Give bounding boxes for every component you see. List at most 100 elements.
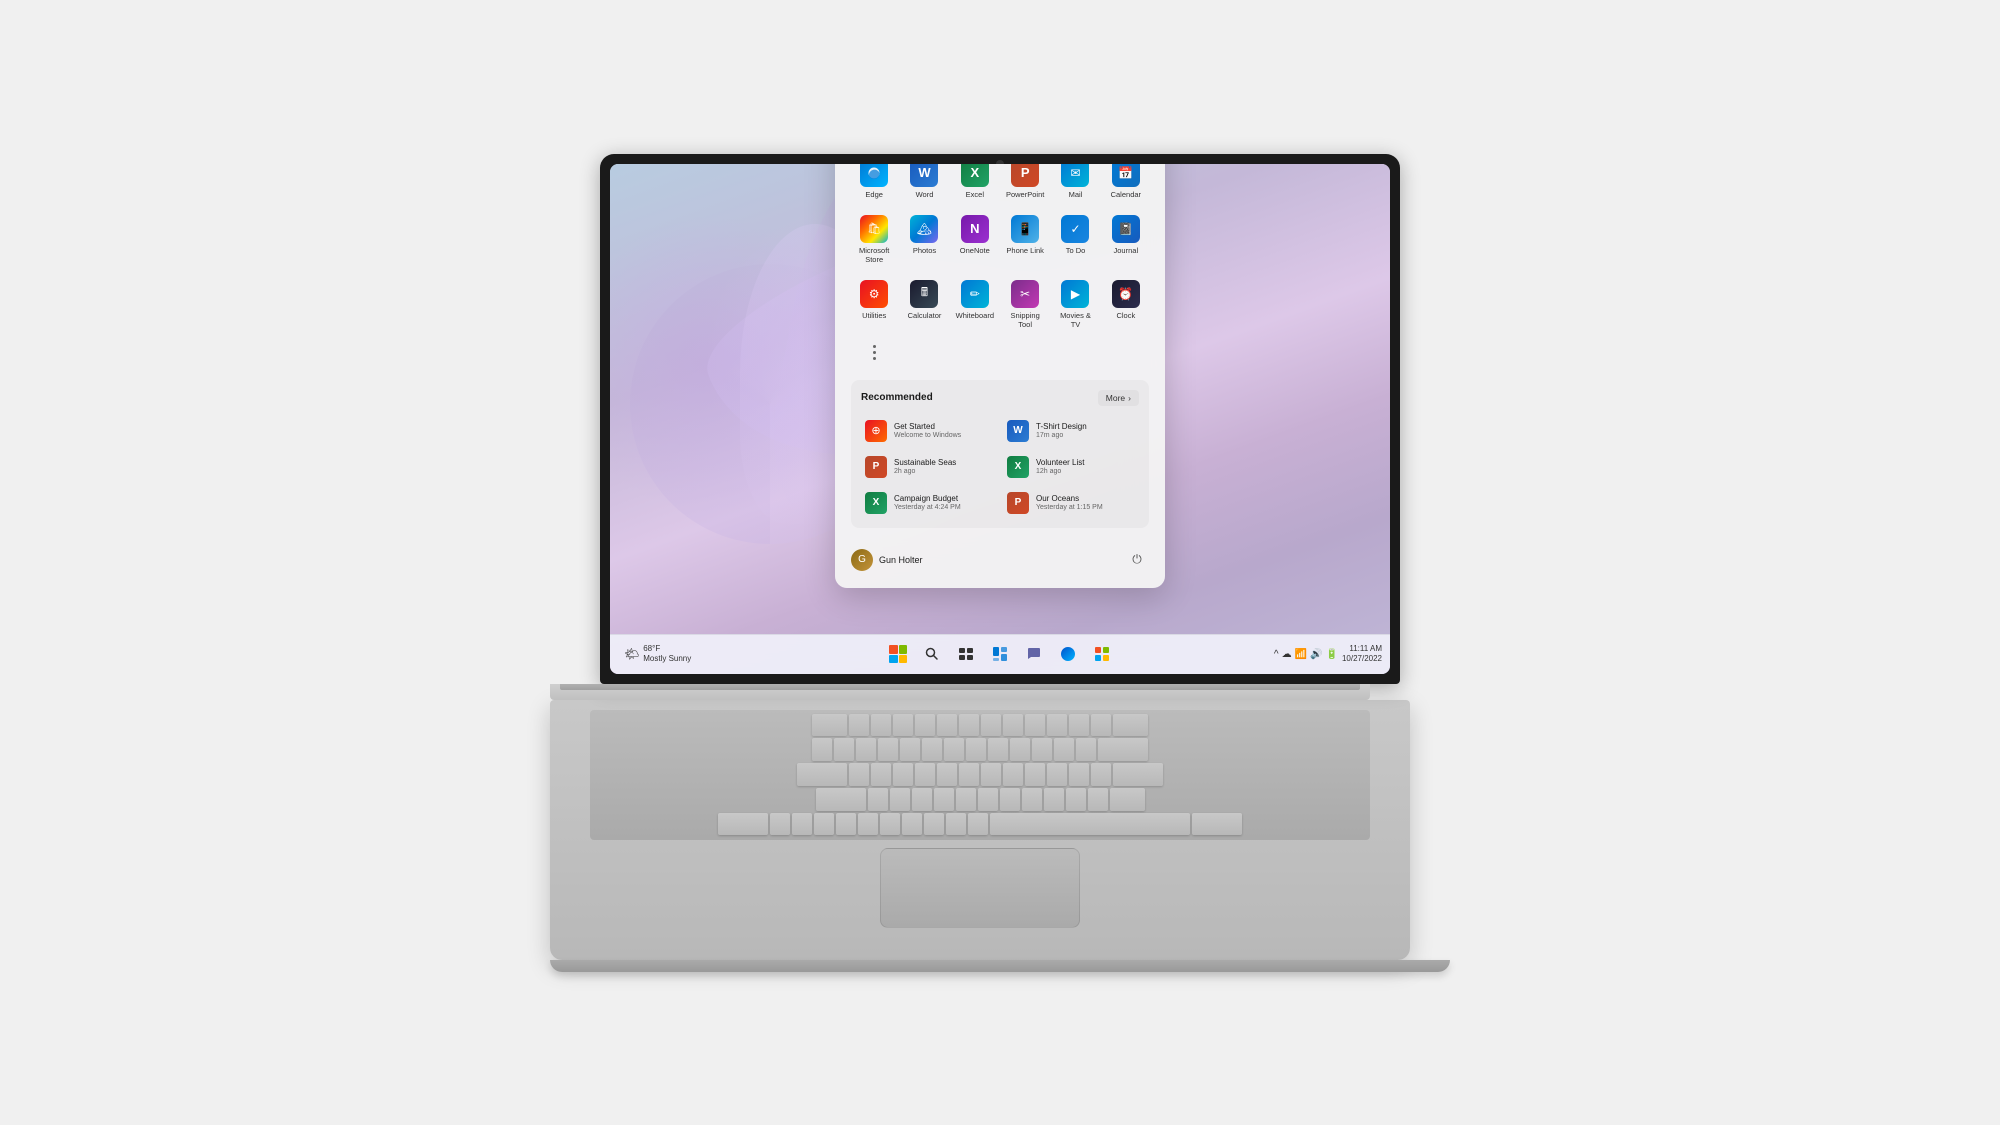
- volume-icon[interactable]: 🔊: [1310, 649, 1322, 660]
- power-button[interactable]: ⏻: [1125, 548, 1149, 572]
- edge-label: Edge: [865, 190, 883, 199]
- chevron-icon[interactable]: ^: [1274, 649, 1279, 660]
- edge-taskbar-button[interactable]: [1054, 640, 1082, 668]
- rec-item-getstarted[interactable]: ⊕ Get Started Welcome to Windows: [861, 416, 997, 446]
- app-phonelink[interactable]: 📱 Phone Link: [1002, 209, 1048, 270]
- key-j: [1000, 788, 1020, 811]
- search-taskbar-button[interactable]: [918, 640, 946, 668]
- key-semi: [1066, 788, 1086, 811]
- key-enter: [1113, 763, 1163, 786]
- word-icon: W: [910, 164, 938, 187]
- volunteer-info: Volunteer List 12h ago: [1036, 458, 1084, 475]
- chat-button[interactable]: [1020, 640, 1048, 668]
- onedrive-icon[interactable]: ☁: [1282, 649, 1292, 660]
- app-edge[interactable]: Edge: [851, 164, 897, 205]
- key-minus: [1054, 738, 1074, 761]
- taskbar: 🌤 68°F Mostly Sunny: [610, 634, 1390, 674]
- movies-label: Movies & TV: [1054, 311, 1096, 329]
- desktop[interactable]: 🔍 Type here to search Pinned All apps ›: [610, 164, 1390, 674]
- keyboard-row-5: [594, 813, 1366, 836]
- key-f5: [937, 714, 957, 737]
- rec-item-campaign[interactable]: X Campaign Budget Yesterday at 4:24 PM: [861, 488, 997, 518]
- taskbar-right-section: ^ ☁ 📶 🔊 🔋 11:11 AM 10/27/2022: [1274, 644, 1382, 665]
- weather-temp: 68°F: [643, 644, 691, 654]
- widgets-button[interactable]: [986, 640, 1014, 668]
- widgets-icon: [992, 646, 1008, 662]
- pinned-section: Pinned All apps ›: [851, 164, 1149, 366]
- wifi-icon[interactable]: 📶: [1295, 649, 1307, 660]
- powerpoint-label: PowerPoint: [1006, 190, 1044, 199]
- rec-item-tshirt[interactable]: W T-Shirt Design 17m ago: [1003, 416, 1139, 446]
- rec-item-seas[interactable]: P Sustainable Seas 2h ago: [861, 452, 997, 482]
- rec-item-volunteer[interactable]: X Volunteer List 12h ago: [1003, 452, 1139, 482]
- key-slash: [968, 813, 988, 836]
- seas-name: Sustainable Seas: [894, 458, 956, 467]
- key-equals: [1076, 738, 1096, 761]
- key-f: [934, 788, 954, 811]
- weather-widget[interactable]: 🌤 68°F Mostly Sunny: [618, 642, 697, 665]
- app-utilities[interactable]: ⚙ Utilities: [851, 274, 897, 335]
- app-onenote[interactable]: N OneNote: [952, 209, 998, 270]
- rec-item-oceans[interactable]: P Our Oceans Yesterday at 1:15 PM: [1003, 488, 1139, 518]
- clock-label: Clock: [1116, 311, 1135, 320]
- touchpad[interactable]: [880, 848, 1080, 928]
- key-n: [880, 813, 900, 836]
- app-calendar[interactable]: 📅 Calendar: [1103, 164, 1149, 205]
- app-clock[interactable]: ⏰ Clock: [1103, 274, 1149, 335]
- weather-icon: 🌤: [624, 647, 639, 661]
- key-2: [856, 738, 876, 761]
- photos-icon: 🏔: [910, 215, 938, 243]
- app-powerpoint[interactable]: P PowerPoint: [1002, 164, 1048, 205]
- more-dots-container[interactable]: [851, 339, 897, 366]
- more-button[interactable]: More ›: [1098, 390, 1139, 406]
- mail-icon: ✉: [1061, 164, 1089, 187]
- chat-icon: [1026, 646, 1042, 662]
- word-label: Word: [916, 190, 934, 199]
- key-4: [900, 738, 920, 761]
- date-display: 10/27/2022: [1342, 654, 1382, 664]
- key-1: [834, 738, 854, 761]
- clock-display[interactable]: 11:11 AM 10/27/2022: [1342, 644, 1382, 665]
- todo-label: To Do: [1066, 246, 1086, 255]
- key-quote: [1088, 788, 1108, 811]
- app-movies[interactable]: ▶ Movies & TV: [1052, 274, 1098, 335]
- getstarted-info: Get Started Welcome to Windows: [894, 422, 961, 439]
- start-button[interactable]: [884, 640, 912, 668]
- battery-icon[interactable]: 🔋: [1326, 649, 1338, 660]
- app-excel[interactable]: X Excel: [952, 164, 998, 205]
- whiteboard-icon: ✏: [961, 280, 989, 308]
- user-profile[interactable]: G Gun Holter: [851, 549, 923, 571]
- photos-label: Photos: [913, 246, 936, 255]
- app-snipping[interactable]: ✂ Snipping Tool: [1002, 274, 1048, 335]
- laptop-hinge-bar: [550, 684, 1370, 700]
- app-todo[interactable]: ✓ To Do: [1052, 209, 1098, 270]
- volunteer-icon: X: [1007, 456, 1029, 478]
- key-lshift: [718, 813, 768, 836]
- app-mail[interactable]: ✉ Mail: [1052, 164, 1098, 205]
- app-calculator[interactable]: 🖩 Calculator: [901, 274, 947, 335]
- snipping-icon: ✂: [1011, 280, 1039, 308]
- volunteer-name: Volunteer List: [1036, 458, 1084, 467]
- getstarted-subtitle: Welcome to Windows: [894, 432, 961, 439]
- app-whiteboard[interactable]: ✏ Whiteboard: [952, 274, 998, 335]
- key-d: [912, 788, 932, 811]
- recommended-label: Recommended: [861, 392, 933, 403]
- app-photos[interactable]: 🏔 Photos: [901, 209, 947, 270]
- journal-label: Journal: [1114, 246, 1139, 255]
- taskview-button[interactable]: [952, 640, 980, 668]
- app-word[interactable]: W Word: [901, 164, 947, 205]
- key-p: [1047, 763, 1067, 786]
- phonelink-icon: 📱: [1011, 215, 1039, 243]
- desktop-content: 🔍 Type here to search Pinned All apps ›: [610, 164, 1390, 634]
- whiteboard-label: Whiteboard: [956, 311, 994, 320]
- journal-icon: 📓: [1112, 215, 1140, 243]
- laptop-base-section: [550, 684, 1450, 972]
- key-s: [890, 788, 910, 811]
- app-store[interactable]: 🛍 Microsoft Store: [851, 209, 897, 270]
- app-journal[interactable]: 📓 Journal: [1103, 209, 1149, 270]
- onenote-label: OneNote: [960, 246, 990, 255]
- store-taskbar-button[interactable]: [1088, 640, 1116, 668]
- win-quad-2: [899, 645, 908, 654]
- edge-icon: [860, 164, 888, 187]
- key-f4: [915, 714, 935, 737]
